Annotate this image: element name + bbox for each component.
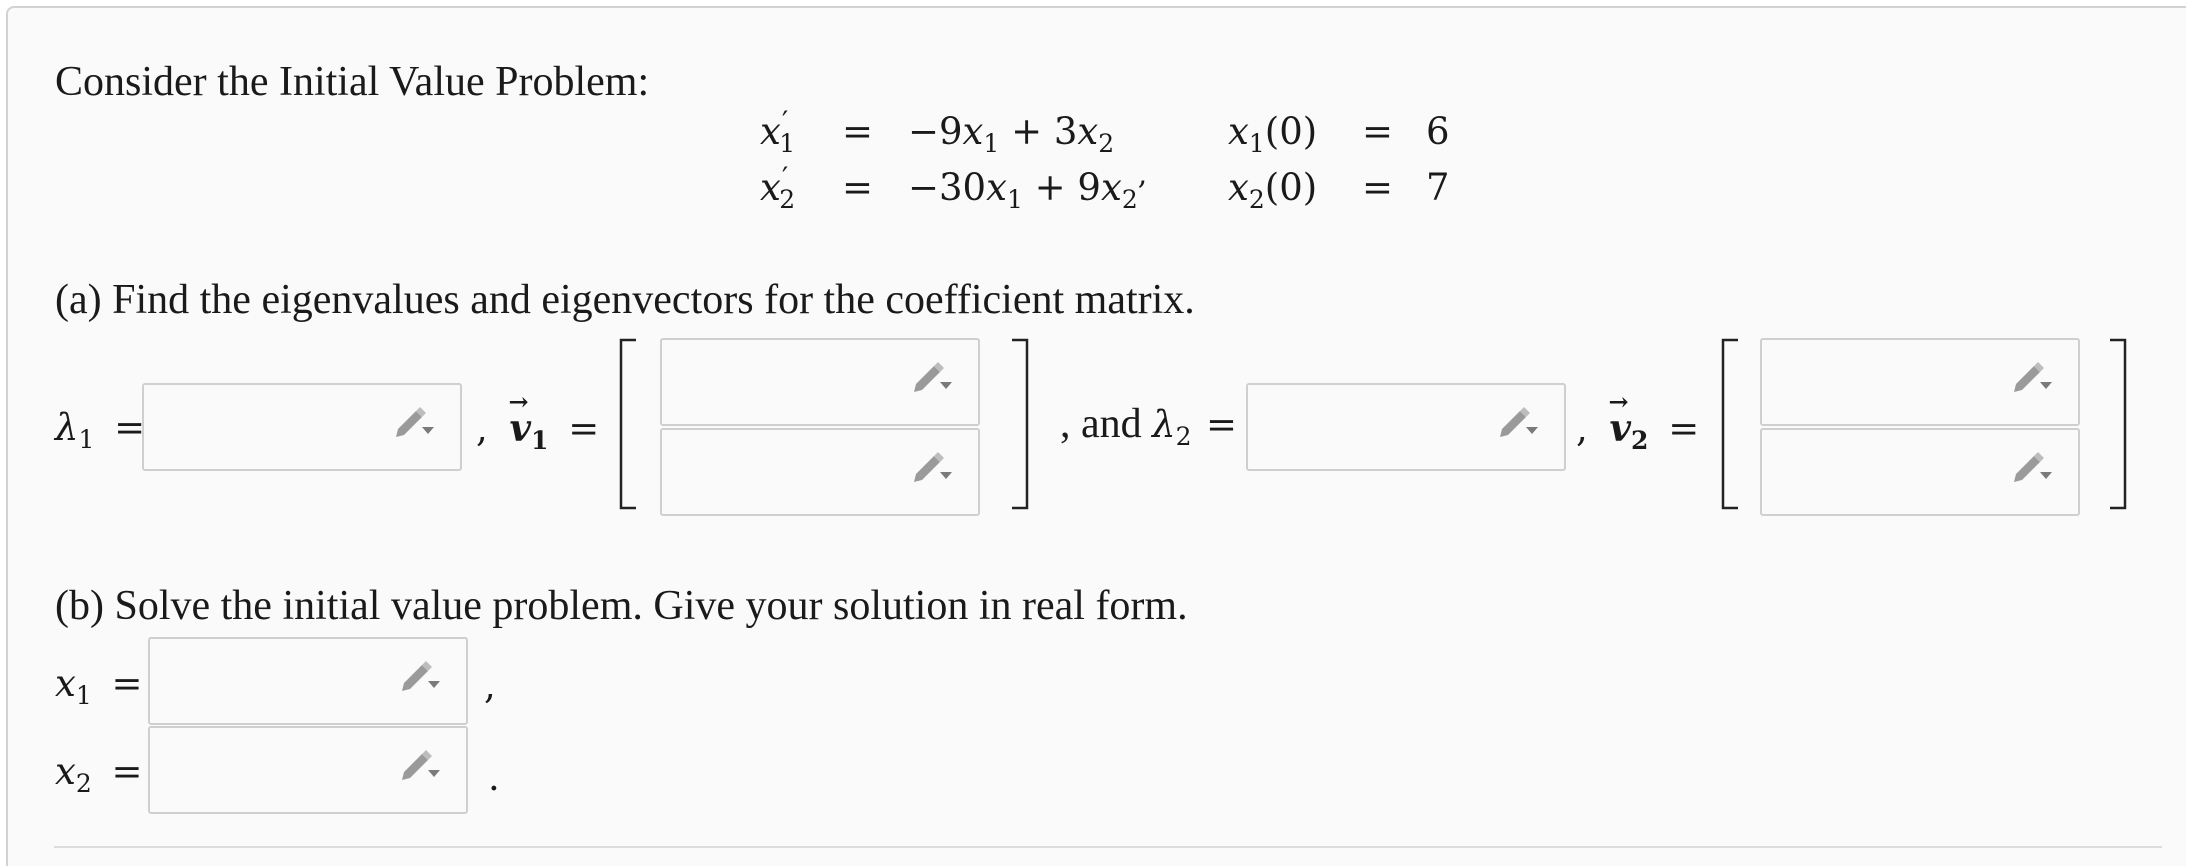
v2-component2-input[interactable] <box>1760 428 2080 516</box>
row1-ic-value: 6 <box>1426 110 1450 153</box>
part-a-prompt: (a) Find the eigenvalues and eigenvector… <box>55 277 1195 323</box>
pencil-dropdown-icon[interactable] <box>400 661 444 691</box>
v1-component1-input[interactable] <box>660 338 980 426</box>
x1-input[interactable] <box>148 637 468 725</box>
v2-right-bracket <box>2110 338 2127 510</box>
v2-label: , v2 = <box>1576 387 1699 455</box>
row1-lhs: x′1 <box>760 105 796 158</box>
x2-period: . <box>488 756 500 799</box>
bottom-divider <box>54 846 2162 848</box>
v1-label: , v1 = <box>476 387 599 455</box>
x2-label: x2 = <box>55 750 143 798</box>
pencil-dropdown-icon[interactable] <box>400 750 444 780</box>
row1-rhs: −9x1 + 3x2 <box>908 110 1115 158</box>
x1-comma: , <box>484 664 496 707</box>
v2-component1-input[interactable] <box>1760 338 2080 426</box>
x2-input[interactable] <box>148 726 468 814</box>
and-lambda2-label: , and λ2 = <box>1060 401 1238 451</box>
intro-text: Consider the Initial Value Problem: <box>55 59 650 105</box>
row2-ic-equals: = <box>1362 166 1394 209</box>
part-b-prompt: (b) Solve the initial value problem. Giv… <box>55 583 1188 629</box>
row2-rhs: −30x1 + 9x2, <box>908 157 1148 214</box>
pencil-dropdown-icon[interactable] <box>1498 407 1542 437</box>
lambda2-input[interactable] <box>1246 383 1566 471</box>
pencil-dropdown-icon[interactable] <box>2012 452 2056 482</box>
pencil-dropdown-icon[interactable] <box>912 362 956 392</box>
v1-left-bracket <box>619 338 636 510</box>
lambda1-input[interactable] <box>142 383 462 471</box>
row1-initial-condition: x1(0) <box>1228 110 1318 158</box>
x1-label: x1 = <box>55 662 143 710</box>
pencil-dropdown-icon[interactable] <box>912 452 956 482</box>
row1-equals: = <box>842 110 874 153</box>
v2-left-bracket <box>1721 338 1738 510</box>
row2-initial-condition: x2(0) <box>1228 166 1318 214</box>
row1-ic-equals: = <box>1362 110 1394 153</box>
v1-component2-input[interactable] <box>660 428 980 516</box>
lambda1-label: λ1 = <box>55 406 146 454</box>
row2-lhs: x′2 <box>760 161 796 214</box>
v1-right-bracket <box>1012 338 1029 510</box>
pencil-dropdown-icon[interactable] <box>394 407 438 437</box>
row2-equals: = <box>842 166 874 209</box>
pencil-dropdown-icon[interactable] <box>2012 362 2056 392</box>
row2-ic-value: 7 <box>1426 166 1450 209</box>
